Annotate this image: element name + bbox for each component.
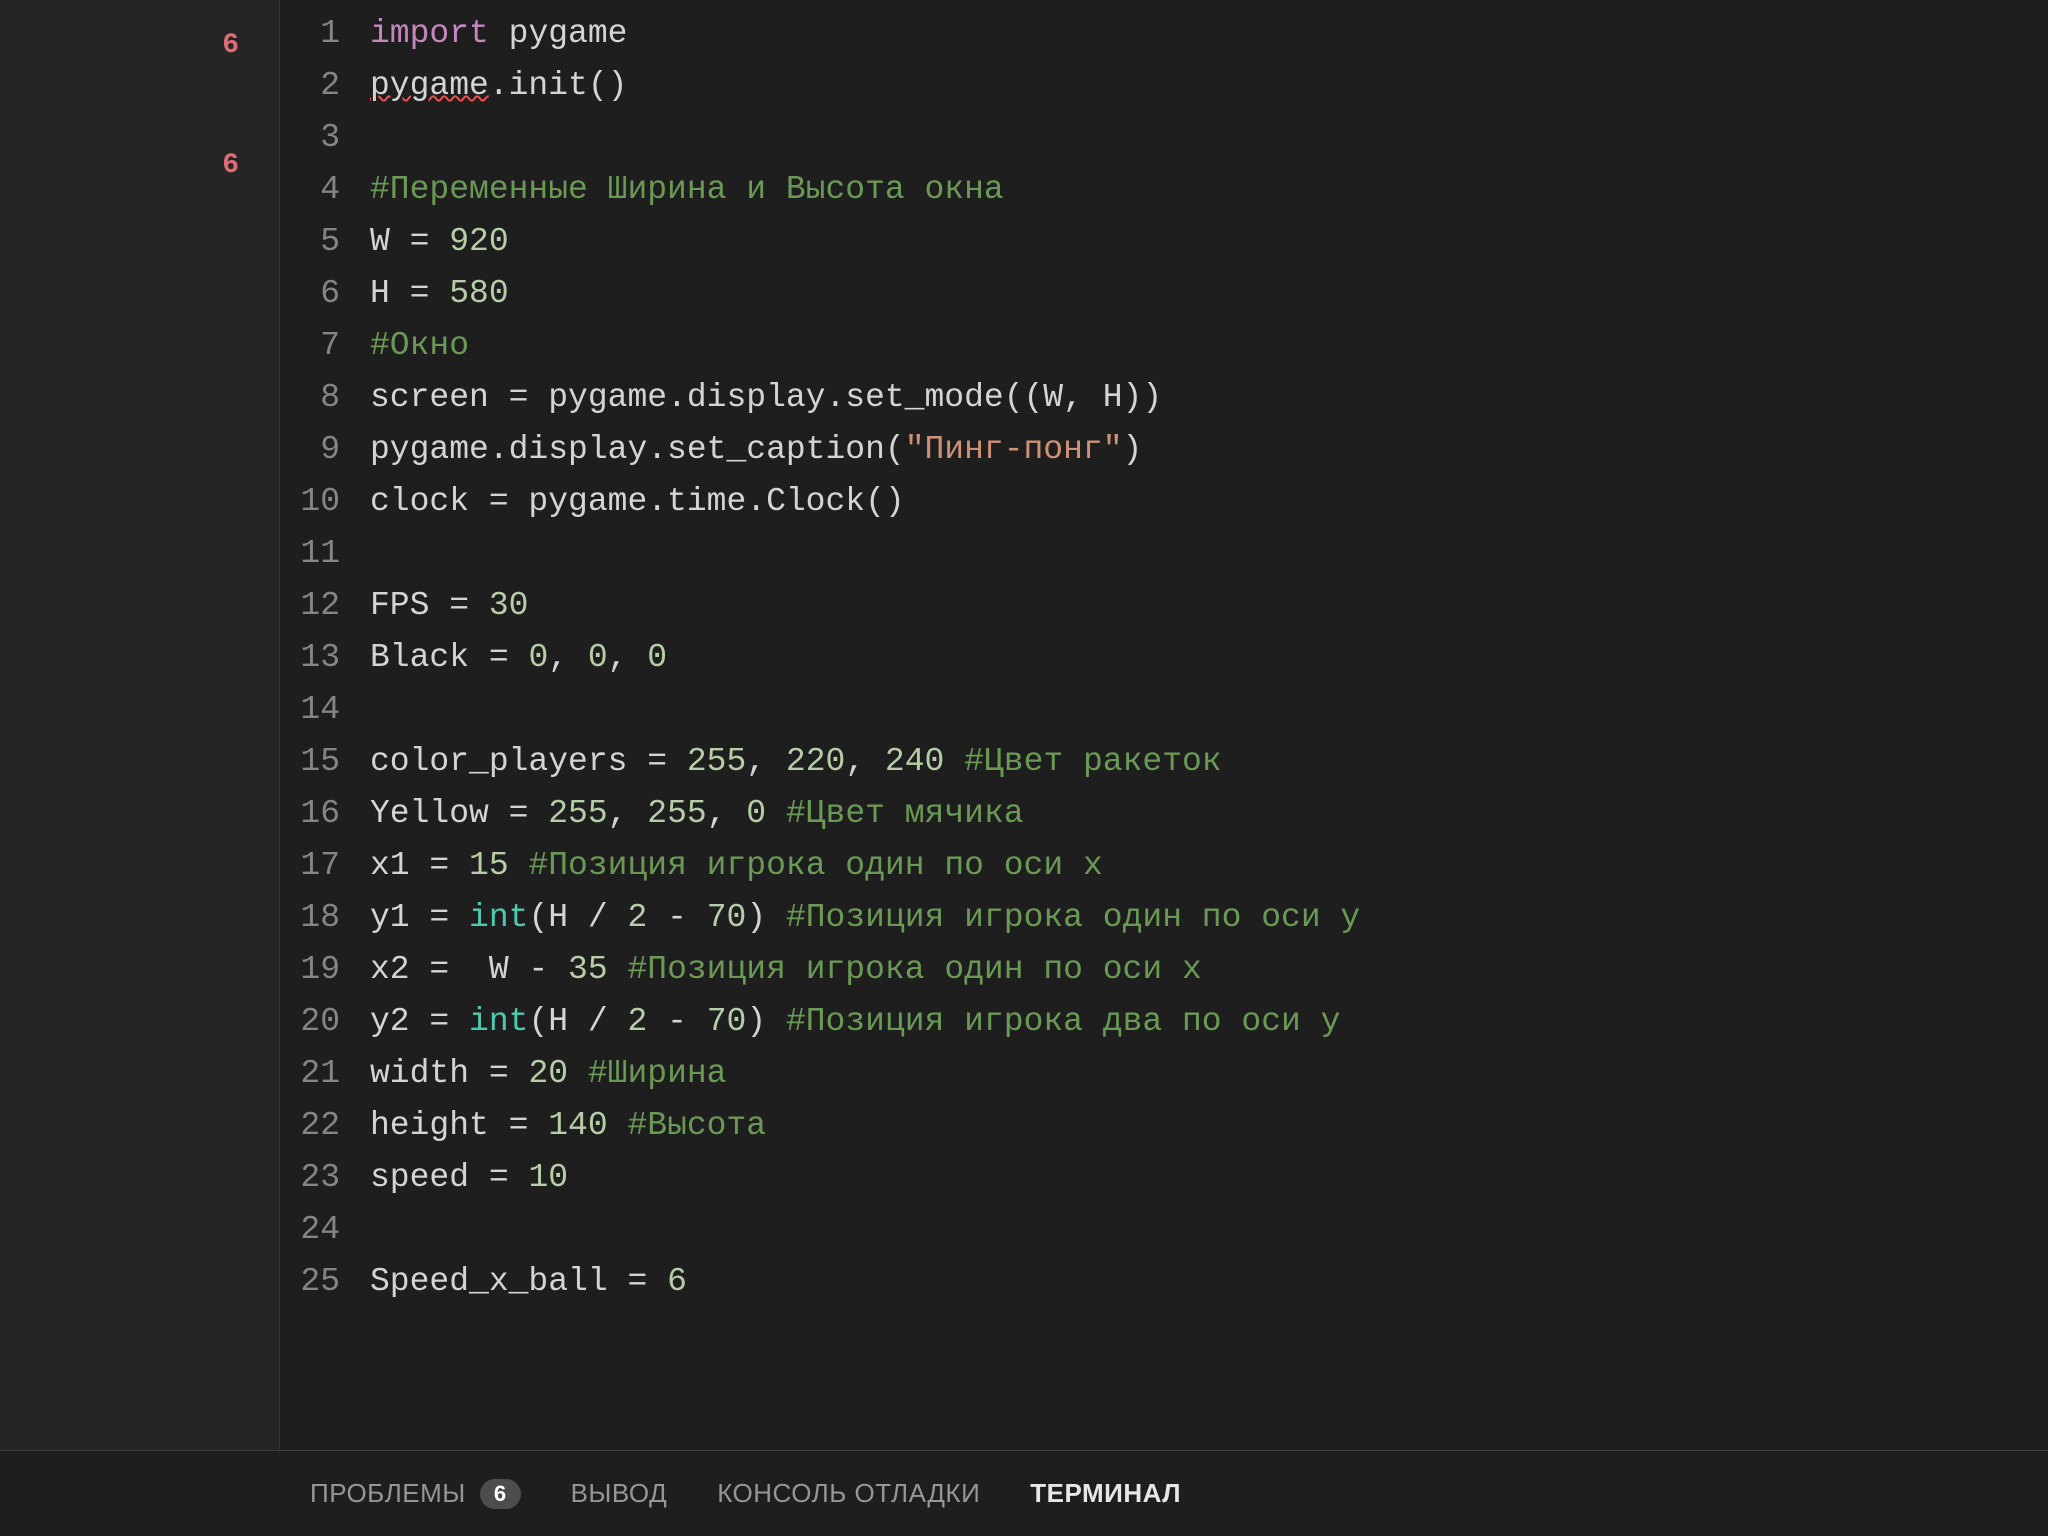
code-line[interactable]: #Окно bbox=[370, 320, 2048, 372]
tab-label: КОНСОЛЬ ОТЛАДКИ bbox=[717, 1478, 980, 1509]
code-line[interactable]: FPS = 30 bbox=[370, 580, 2048, 632]
line-number: 10 bbox=[280, 476, 340, 528]
line-number: 8 bbox=[280, 372, 340, 424]
line-number: 23 bbox=[280, 1152, 340, 1204]
code-line[interactable]: #Переменные Ширина и Высота окна bbox=[370, 164, 2048, 216]
code-line[interactable]: screen = pygame.display.set_mode((W, H)) bbox=[370, 372, 2048, 424]
panel-tab-проблемы[interactable]: ПРОБЛЕМЫ 6 bbox=[310, 1478, 521, 1509]
line-number: 16 bbox=[280, 788, 340, 840]
line-number: 6 bbox=[280, 268, 340, 320]
line-number: 24 bbox=[280, 1204, 340, 1256]
code-line[interactable] bbox=[370, 112, 2048, 164]
panel-tab-консоль отладки[interactable]: КОНСОЛЬ ОТЛАДКИ bbox=[717, 1478, 980, 1509]
line-number: 9 bbox=[280, 424, 340, 476]
line-number: 12 bbox=[280, 580, 340, 632]
line-number: 22 bbox=[280, 1100, 340, 1152]
code-line[interactable]: width = 20 #Ширина bbox=[370, 1048, 2048, 1100]
tab-label: ВЫВОД bbox=[571, 1478, 668, 1509]
code-line[interactable] bbox=[370, 1204, 2048, 1256]
editor-area: 6 6 123456789101112131415161718192021222… bbox=[0, 0, 2048, 1450]
code-line[interactable]: clock = pygame.time.Clock() bbox=[370, 476, 2048, 528]
code-line[interactable]: x1 = 15 #Позиция игрока один по оси х bbox=[370, 840, 2048, 892]
line-number: 13 bbox=[280, 632, 340, 684]
code-line[interactable]: speed = 10 bbox=[370, 1152, 2048, 1204]
line-number: 14 bbox=[280, 684, 340, 736]
code-content[interactable]: import pygamepygame.init() #Переменные Ши… bbox=[370, 8, 2048, 1450]
line-number: 25 bbox=[280, 1256, 340, 1308]
code-line[interactable]: pygame.init() bbox=[370, 60, 2048, 112]
bottom-panel-tabs: ПРОБЛЕМЫ 6 ВЫВОД КОНСОЛЬ ОТЛАДКИ ТЕРМИНАЛ bbox=[0, 1450, 2048, 1536]
line-number: 4 bbox=[280, 164, 340, 216]
line-number: 21 bbox=[280, 1048, 340, 1100]
code-line[interactable]: color_players = 255, 220, 240 #Цвет раке… bbox=[370, 736, 2048, 788]
code-line[interactable]: x2 = W - 35 #Позиция игрока один по оси … bbox=[370, 944, 2048, 996]
code-line[interactable]: y2 = int(H / 2 - 70) #Позиция игрока два… bbox=[370, 996, 2048, 1048]
code-line[interactable]: pygame.display.set_caption("Пинг-понг") bbox=[370, 424, 2048, 476]
line-numbers: 1234567891011121314151617181920212223242… bbox=[280, 8, 370, 1450]
code-line[interactable]: Black = 0, 0, 0 bbox=[370, 632, 2048, 684]
explorer-sidebar[interactable]: 6 6 bbox=[0, 0, 280, 1450]
line-number: 3 bbox=[280, 112, 340, 164]
line-number: 17 bbox=[280, 840, 340, 892]
line-number: 18 bbox=[280, 892, 340, 944]
code-line[interactable]: import pygame bbox=[370, 8, 2048, 60]
panel-tab-вывод[interactable]: ВЫВОД bbox=[571, 1478, 668, 1509]
error-count-2: 6 bbox=[222, 150, 239, 181]
line-number: 15 bbox=[280, 736, 340, 788]
line-number: 1 bbox=[280, 8, 340, 60]
code-line[interactable]: Speed_x_ball = 6 bbox=[370, 1256, 2048, 1308]
tab-label: ТЕРМИНАЛ bbox=[1030, 1478, 1181, 1509]
line-number: 11 bbox=[280, 528, 340, 580]
line-number: 20 bbox=[280, 996, 340, 1048]
code-line[interactable] bbox=[370, 684, 2048, 736]
line-number: 7 bbox=[280, 320, 340, 372]
panel-tab-терминал[interactable]: ТЕРМИНАЛ bbox=[1030, 1478, 1181, 1509]
code-line[interactable] bbox=[370, 528, 2048, 580]
line-number: 19 bbox=[280, 944, 340, 996]
problems-badge: 6 bbox=[480, 1479, 521, 1509]
code-line[interactable]: y1 = int(H / 2 - 70) #Позиция игрока оди… bbox=[370, 892, 2048, 944]
tab-label: ПРОБЛЕМЫ bbox=[310, 1478, 466, 1509]
line-number: 5 bbox=[280, 216, 340, 268]
code-editor[interactable]: 1234567891011121314151617181920212223242… bbox=[280, 0, 2048, 1450]
code-line[interactable]: height = 140 #Высота bbox=[370, 1100, 2048, 1152]
error-count-1: 6 bbox=[222, 30, 239, 61]
code-line[interactable]: Yellow = 255, 255, 0 #Цвет мячика bbox=[370, 788, 2048, 840]
code-line[interactable]: H = 580 bbox=[370, 268, 2048, 320]
line-number: 2 bbox=[280, 60, 340, 112]
code-line[interactable]: W = 920 bbox=[370, 216, 2048, 268]
